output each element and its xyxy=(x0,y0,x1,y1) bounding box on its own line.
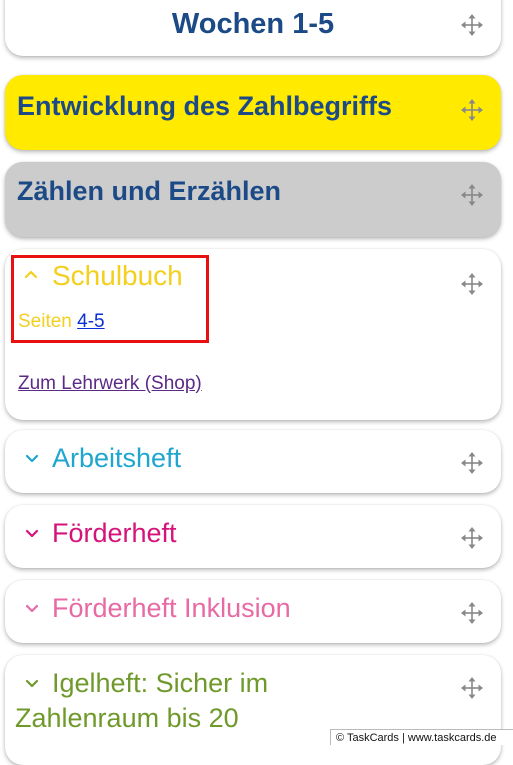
move-icon[interactable] xyxy=(461,602,483,624)
card-title[interactable]: Schulbuch xyxy=(52,260,183,292)
card-title: Entwicklung des Zahlbegriffs xyxy=(17,91,393,121)
card-igelheft[interactable]: Igelheft: Sicher im Zahlenraum bis 20 xyxy=(5,655,501,765)
card-title: Wochen 1-5 xyxy=(171,8,335,40)
card-title[interactable]: Arbeitsheft xyxy=(52,443,181,474)
move-icon[interactable] xyxy=(461,452,483,474)
card-zaehlen[interactable]: Zählen und Erzählen xyxy=(5,162,501,237)
card-title-line2[interactable]: Zahlenraum bis 20 xyxy=(15,703,239,734)
move-icon[interactable] xyxy=(461,273,483,295)
chevron-down-icon[interactable] xyxy=(25,527,39,541)
card-title[interactable]: Igelheft: Sicher im xyxy=(52,668,268,699)
move-icon[interactable] xyxy=(461,527,483,549)
card-title[interactable]: Förderheft Inklusion xyxy=(52,593,291,624)
card-schulbuch[interactable]: Schulbuch Seiten 4-5 Zum Lehrwerk (Shop) xyxy=(5,249,501,420)
move-icon[interactable] xyxy=(461,14,483,36)
card-foerderheft-inklusion[interactable]: Förderheft Inklusion xyxy=(5,580,501,643)
pages-label: Seiten xyxy=(18,311,72,332)
card-arbeitsheft[interactable]: Arbeitsheft xyxy=(5,430,501,493)
move-icon[interactable] xyxy=(461,184,483,206)
chevron-down-icon[interactable] xyxy=(25,602,39,616)
pages-link[interactable]: 4-5 xyxy=(77,311,104,332)
chevron-down-icon[interactable] xyxy=(25,677,39,691)
card-title[interactable]: Förderheft xyxy=(52,518,177,549)
shop-link[interactable]: Zum Lehrwerk (Shop) xyxy=(18,373,202,395)
move-icon[interactable] xyxy=(461,99,483,121)
pages-row: Seiten 4-5 xyxy=(18,311,105,333)
chevron-down-icon[interactable] xyxy=(25,452,39,466)
card-wochen[interactable]: Wochen 1-5 xyxy=(5,0,501,56)
card-entwicklung[interactable]: Entwicklung des Zahlbegriffs xyxy=(5,75,501,150)
footer-credit: © TaskCards | www.taskcards.de xyxy=(330,729,513,745)
card-title: Zählen und Erzählen xyxy=(17,176,282,206)
move-icon[interactable] xyxy=(461,677,483,699)
chevron-up-icon[interactable] xyxy=(24,267,38,281)
card-foerderheft[interactable]: Förderheft xyxy=(5,505,501,568)
